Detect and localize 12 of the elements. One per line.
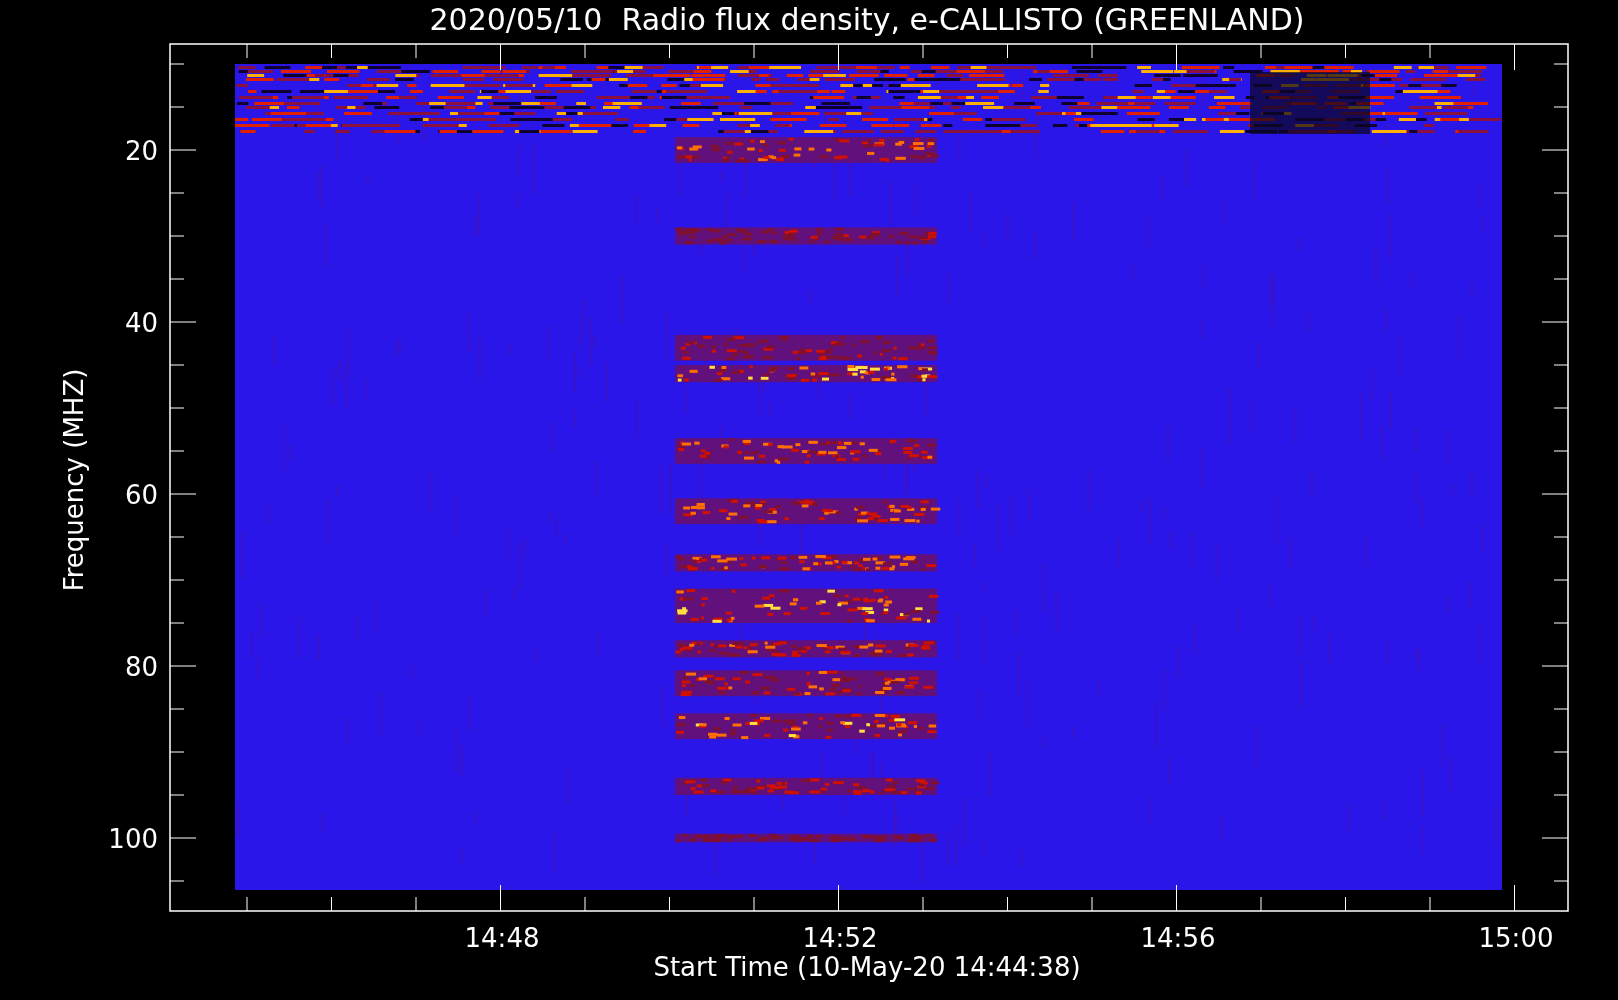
x-tick-label: 15:00: [1478, 923, 1554, 953]
y-tick-label: 20: [124, 136, 158, 166]
y-tick-label: 60: [124, 480, 158, 510]
chart-title: 2020/05/10 Radio flux density, e-CALLISTO (GREENLAND): [429, 2, 1305, 37]
x-tick-label: 14:56: [1140, 923, 1216, 953]
y-axis-label: Frequency (MHZ): [59, 368, 89, 592]
x-axis-label: Start Time (10-May-20 14:44:38): [653, 952, 1081, 982]
x-tick-label: 14:52: [802, 923, 878, 953]
y-tick-label: 40: [124, 308, 158, 338]
x-tick-label: 14:48: [464, 923, 540, 953]
y-tick-label: 100: [108, 824, 158, 854]
y-tick-label: 80: [124, 652, 158, 682]
